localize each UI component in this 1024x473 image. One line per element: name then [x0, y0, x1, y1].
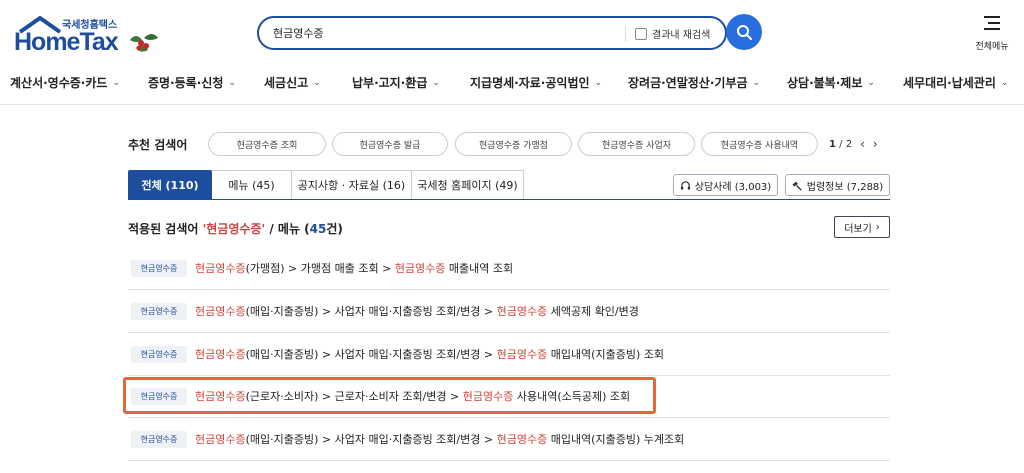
chevron-down-icon: ⌄ [112, 77, 120, 88]
hometax-logo[interactable]: 국세청홈택스 HomeTax [10, 14, 160, 62]
law-info-button[interactable]: 법령정보 (7,288) [785, 174, 890, 196]
chevron-right-icon[interactable]: › [873, 137, 878, 151]
chevron-down-icon: ⌄ [228, 77, 236, 88]
tab-menu[interactable]: 메뉴 (45) [212, 170, 292, 200]
search-within-option[interactable]: 결과내 재검색 [635, 26, 710, 41]
category-badge: 현금영수증 [131, 302, 187, 320]
gnb-item-label: 납부·고지·환급 [352, 76, 428, 90]
chevron-down-icon: ⌄ [313, 77, 321, 88]
global-nav: 계산서·영수증·카드 ⌄ 증명·등록·신청 ⌄ 세금신고 ⌄ 납부·고지·환급 ⌄ 지급… [0, 66, 1024, 100]
menu-path[interactable]: 현금영수증(매입·지출증빙) > 사업자 매입·지출증빙 조회/변경 > 현금영… [195, 303, 639, 319]
menu-bars-icon [984, 16, 1000, 30]
menu-path[interactable]: 현금영수증(가맹점) > 가맹점 매출 조회 > 현금영수증 매출내역 조회 [195, 260, 513, 276]
gnb-divider [0, 104, 1024, 105]
gnb-item[interactable]: 증명·등록·신청 ⌄ [148, 74, 236, 91]
tab-notice[interactable]: 공지사항 · 자료실 (16) [292, 170, 412, 200]
category-badge: 현금영수증 [131, 259, 187, 277]
logo-english-text: HomeTax [14, 28, 119, 56]
all-menu-button[interactable]: 전체메뉴 [970, 16, 1014, 53]
chevron-down-icon: ⌄ [867, 77, 875, 88]
recommend-chip[interactable]: 현금영수증 발급 [332, 132, 448, 156]
gnb-item-label: 계산서·영수증·카드 [10, 76, 108, 90]
search-box: 결과내 재검색 [257, 16, 727, 50]
result-row[interactable]: 현금영수증 현금영수증(매입·지출증빙) > 사업자 매입·지출증빙 조회/변경… [128, 333, 890, 376]
more-button[interactable]: 더보기 › [834, 216, 890, 238]
recommend-pager: 1 / 2 ‹ › [829, 137, 878, 151]
gnb-item[interactable]: 세금신고 ⌄ [264, 74, 321, 91]
law-info-label: 법령정보 (7,288) [806, 181, 884, 193]
gnb-item-label: 증명·등록·신청 [148, 76, 224, 90]
recommend-title: 추천 검색어 [128, 138, 188, 152]
search-within-checkbox[interactable] [635, 27, 647, 40]
headset-icon [680, 180, 690, 190]
result-row[interactable]: 현금영수증 현금영수증(매입·지출증빙) > 사업자 매입·지출증빙 조회/변경… [128, 290, 890, 333]
gnb-item-label: 세금신고 [264, 76, 309, 90]
law-icon [792, 181, 802, 191]
menu-path[interactable]: 현금영수증(매입·지출증빙) > 사업자 매입·지출증빙 조회/변경 > 현금영… [195, 431, 684, 447]
tabs-underline [128, 199, 890, 200]
page-indicator: 1 / 2 [829, 138, 853, 150]
gnb-item[interactable]: 세무대리·납세관리 ⌄ [903, 74, 1008, 91]
holly-icon [130, 34, 158, 52]
category-badge: 현금영수증 [131, 430, 187, 448]
all-menu-label: 전체메뉴 [975, 42, 1009, 52]
search-input[interactable] [273, 24, 623, 42]
result-row[interactable]: 현금영수증 현금영수증(가맹점) > 가맹점 매출 조회 > 현금영수증 매출내… [128, 247, 890, 290]
chevron-down-icon: ⌄ [1000, 77, 1009, 88]
gnb-item[interactable]: 지급명세·자료·공익법인 ⌄ [470, 74, 602, 91]
chevron-right-icon: › [875, 221, 880, 233]
result-row[interactable]: 현금영수증 현금영수증(매입·지출증빙) > 사업자 매입·지출증빙 조회/변경… [128, 418, 890, 461]
recommend-chip[interactable]: 현금영수증 가맹점 [455, 132, 572, 156]
recommend-chip[interactable]: 현금영수증 사용내역 [701, 132, 818, 156]
search-button[interactable] [726, 14, 762, 50]
search-within-label: 결과내 재검색 [652, 30, 711, 41]
chevron-down-icon: ⌄ [752, 77, 761, 88]
result-tabs: 전체 (110) 메뉴 (45) 공지사항 · 자료실 (16) 국세청 홈페이… [128, 170, 524, 200]
chevron-down-icon: ⌄ [594, 77, 603, 88]
gnb-item-label: 지급명세·자료·공익법인 [470, 76, 590, 90]
recommend-chip[interactable]: 현금영수증 사업자 [578, 132, 695, 156]
highlight-annotation [123, 377, 656, 414]
results-heading: 적용된 검색어 '현금영수증' / 메뉴 (45건) [128, 222, 343, 236]
chevron-left-icon[interactable]: ‹ [860, 137, 865, 151]
tab-nts-homepage[interactable]: 국세청 홈페이지 (49) [412, 170, 524, 200]
gnb-item[interactable]: 장려금·연말정산·기부금 ⌄ [628, 74, 760, 91]
consult-cases-button[interactable]: 상담사례 (3,003) [673, 174, 778, 196]
gnb-item[interactable]: 납부·고지·환급 ⌄ [352, 74, 440, 91]
tab-all[interactable]: 전체 (110) [128, 170, 212, 200]
search-icon [737, 25, 752, 40]
category-badge: 현금영수증 [131, 345, 187, 363]
gnb-item[interactable]: 계산서·영수증·카드 ⌄ [10, 74, 120, 91]
menu-path[interactable]: 현금영수증(매입·지출증빙) > 사업자 매입·지출증빙 조회/변경 > 현금영… [195, 346, 664, 362]
search-divider [625, 26, 626, 42]
gnb-item-label: 상담·불복·제보 [787, 76, 863, 90]
recommend-chip[interactable]: 현금영수증 조회 [208, 132, 326, 156]
gnb-item[interactable]: 상담·불복·제보 ⌄ [787, 74, 875, 91]
chevron-down-icon: ⌄ [432, 77, 440, 88]
more-label: 더보기 [844, 223, 872, 235]
gnb-item-label: 장려금·연말정산·기부금 [628, 76, 748, 90]
consult-cases-label: 상담사례 (3,003) [694, 181, 772, 193]
gnb-item-label: 세무대리·납세관리 [903, 76, 996, 90]
